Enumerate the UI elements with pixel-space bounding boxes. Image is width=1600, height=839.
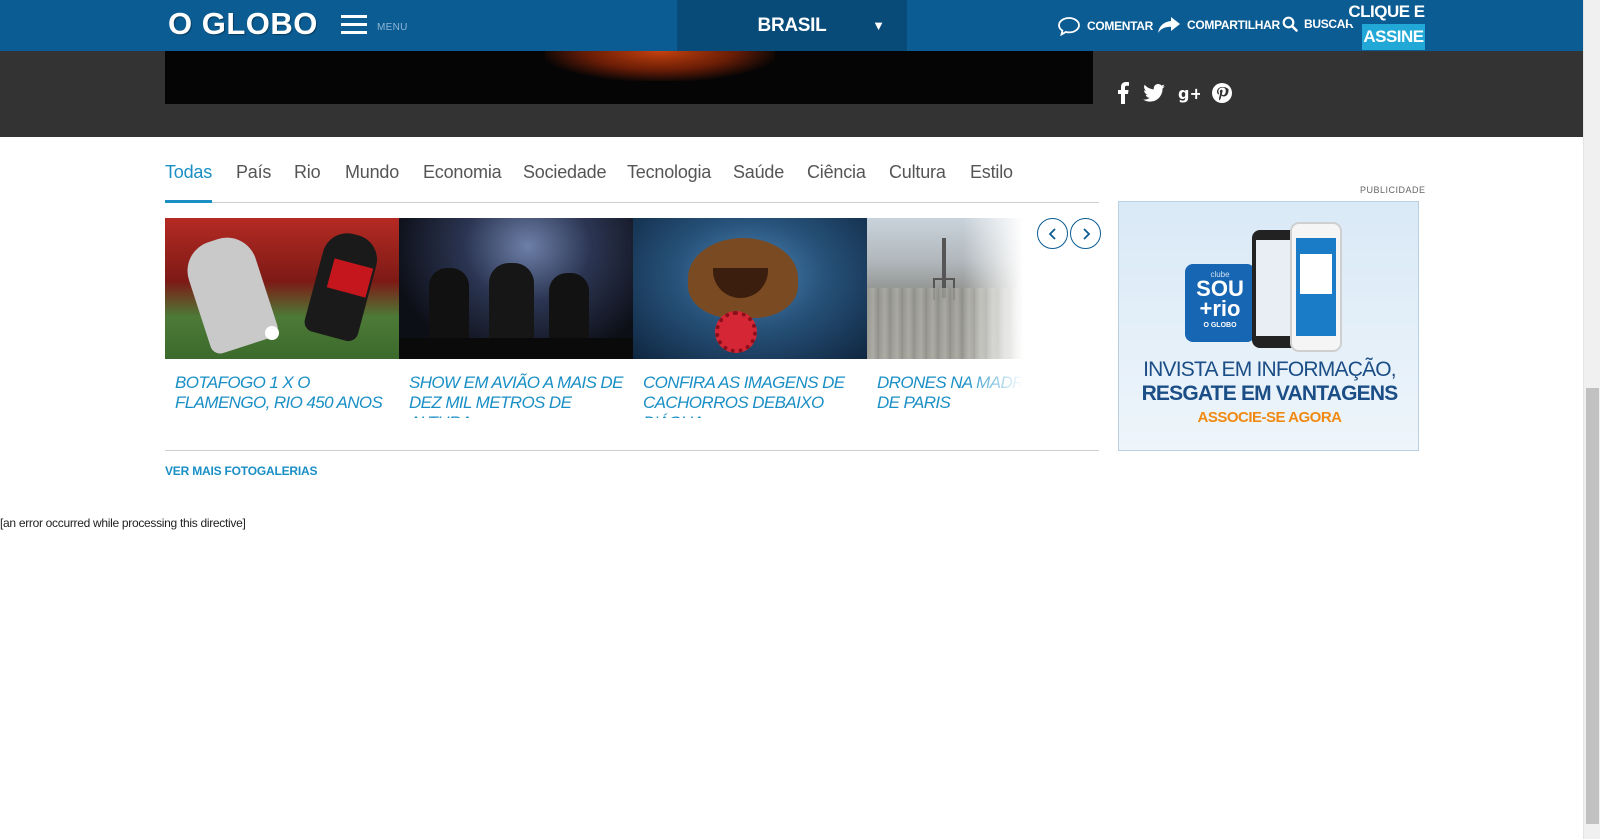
ad-label: PUBLICIDADE: [1360, 185, 1426, 195]
section-dropdown-label: BRASIL: [757, 14, 827, 36]
tab-cultura[interactable]: Cultura: [889, 162, 946, 183]
facebook-icon[interactable]: [1117, 82, 1129, 104]
scrollbar-thumb[interactable]: [1586, 388, 1599, 824]
chevron-right-icon: [1082, 227, 1090, 240]
photo-gallery-carousel: BOTAFOGO 1 X O FLAMENGO, RIO 450 ANOS SH…: [165, 218, 1023, 418]
gallery-card[interactable]: SHOW EM AVIÃO A MAIS DE DEZ MIL METROS D…: [399, 218, 633, 418]
share-label: COMPARTILHAR: [1187, 18, 1280, 32]
search-button[interactable]: BUSCAR: [1282, 16, 1354, 32]
gallery-next-button[interactable]: [1070, 218, 1101, 249]
gallery-caption[interactable]: BOTAFOGO 1 X O FLAMENGO, RIO 450 ANOS: [165, 373, 399, 413]
pinterest-icon[interactable]: [1212, 83, 1232, 103]
ad-badge-big-2: +rio: [1199, 296, 1241, 321]
gallery-caption[interactable]: CONFIRA AS IMAGENS DE CACHORROS DEBAIXO …: [633, 373, 867, 418]
comment-label: COMENTAR: [1087, 19, 1154, 33]
gallery-caption[interactable]: DRONES NA MADRUGADA DE PARIS: [867, 373, 1023, 413]
subscribe-button[interactable]: CLIQUE E ASSINE: [1348, 0, 1425, 51]
phone-image: [1290, 222, 1342, 352]
tab-economia[interactable]: Economia: [423, 162, 502, 183]
category-tabs: Todas País Rio Mundo Economia Sociedade …: [165, 162, 1099, 203]
menu-label[interactable]: MENU: [377, 22, 408, 33]
tab-sociedade[interactable]: Sociedade: [523, 162, 606, 183]
gallery-prev-button[interactable]: [1037, 218, 1068, 249]
subscribe-line1: CLIQUE E: [1348, 0, 1425, 24]
svg-text:g+: g+: [1178, 84, 1200, 103]
search-icon: [1282, 16, 1298, 32]
ad-headline-2: RESGATE EM VANTAGENS: [1141, 382, 1399, 405]
hamburger-menu-icon[interactable]: [341, 15, 367, 37]
tab-mundo[interactable]: Mundo: [345, 162, 399, 183]
video-player-bottom[interactable]: [165, 51, 1093, 104]
ad-badge-tiny: O GLOBO: [1203, 322, 1237, 329]
gallery-caption[interactable]: SHOW EM AVIÃO A MAIS DE DEZ MIL METROS D…: [399, 373, 633, 418]
search-label: BUSCAR: [1304, 17, 1354, 31]
more-galleries-link[interactable]: VER MAIS FOTOGALERIAS: [165, 464, 317, 478]
tab-rio[interactable]: Rio: [294, 162, 321, 183]
top-header: O GLOBO MENU BRASIL ▼ COMENTAR COMPARTIL…: [0, 0, 1583, 51]
server-error-message: [an error occurred while processing this…: [0, 516, 246, 530]
gallery-thumbnail-dog-underwater: [633, 218, 867, 359]
caret-down-icon: ▼: [872, 18, 885, 33]
share-arrow-icon: [1158, 17, 1180, 33]
gallery-card[interactable]: BOTAFOGO 1 X O FLAMENGO, RIO 450 ANOS: [165, 218, 399, 413]
tab-ciencia[interactable]: Ciência: [807, 162, 866, 183]
section-dropdown[interactable]: BRASIL ▼: [677, 0, 907, 51]
ad-headline-1: INVISTA EM INFORMAÇÃO,: [1143, 358, 1397, 381]
google-plus-icon[interactable]: g+: [1178, 83, 1200, 103]
gallery-thumbnail-football: [165, 218, 399, 359]
gallery-thumbnail-paris: [867, 218, 1023, 359]
share-button[interactable]: COMPARTILHAR: [1157, 16, 1280, 34]
gallery-card[interactable]: CONFIRA AS IMAGENS DE CACHORROS DEBAIXO …: [633, 218, 867, 418]
twitter-icon[interactable]: [1143, 84, 1165, 102]
tab-pais[interactable]: País: [236, 162, 271, 183]
advertisement-banner[interactable]: clube SOU +rio O GLOBO INVISTA EM INFORM…: [1118, 201, 1419, 451]
clube-sou-rio-logo: clube SOU +rio O GLOBO: [1185, 264, 1255, 342]
gallery-thumbnail-concert: [399, 218, 633, 359]
tab-tecnologia[interactable]: Tecnologia: [627, 162, 711, 183]
tab-estilo[interactable]: Estilo: [970, 162, 1013, 183]
subscribe-line2: ASSINE: [1362, 24, 1425, 50]
page-scrollbar[interactable]: [1583, 0, 1600, 839]
ad-cta: ASSOCIE-SE AGORA: [1197, 409, 1342, 426]
ad-badge-small: clube: [1210, 270, 1230, 279]
tab-todas[interactable]: Todas: [165, 162, 212, 203]
site-logo[interactable]: O GLOBO: [168, 6, 318, 42]
chevron-left-icon: [1048, 227, 1056, 240]
tab-saude[interactable]: Saúde: [733, 162, 784, 183]
gallery-card[interactable]: DRONES NA MADRUGADA DE PARIS: [867, 218, 1023, 413]
comment-button[interactable]: COMENTAR: [1057, 16, 1153, 36]
gallery-divider: [165, 450, 1099, 451]
speech-bubble-icon: [1058, 17, 1080, 36]
